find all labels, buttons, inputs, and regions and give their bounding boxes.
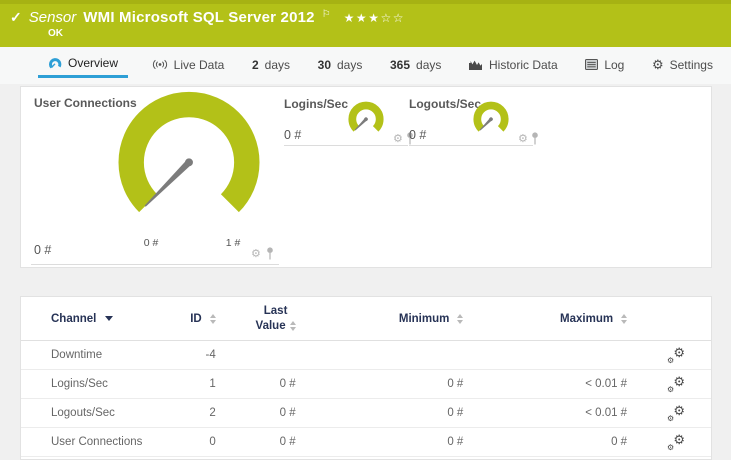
cell-channel: Logouts/Sec [51,407,115,419]
tab-365-days[interactable]: 365 days [386,51,445,78]
tab-live-data[interactable]: Live Data [148,51,229,78]
cell-channel: Downtime [51,349,103,361]
sensor-header: ✓ Sensor WMI Microsoft SQL Server 2012 ⚐… [0,0,731,47]
tab-2-days-label: days [264,57,291,72]
divider [31,264,279,265]
table-row: User Connections 0 0 # 0 # 0 # ⚙ ⚙ [21,428,711,457]
table-row: Logouts/Sec 2 0 # 0 # < 0.01 # ⚙ ⚙ [21,399,711,428]
gauge-icon [48,57,62,68]
tab-settings[interactable]: ⚙ Settings [648,51,717,78]
status-ok-check-icon: ✓ [10,9,22,25]
gear-icon: ⚙ [651,57,664,72]
sort-desc-icon [105,316,114,321]
divider [284,145,408,146]
logouts-gauge [473,101,509,132]
table-row: Downtime -4 ⚙ ⚙ [21,341,711,370]
tab-30-days[interactable]: 30 days [314,51,367,78]
cell-minimum: 0 # [447,407,464,419]
gauges-panel: User Connections 0 # 1 # 0 # ⚙ Logins/Se… [20,86,712,268]
channel-table-header: Channel ID Last Value Minimum Maximum [21,297,711,341]
cell-minimum: 0 # [447,378,464,390]
tab-log-label: Log [604,57,625,72]
tab-live-data-label: Live Data [173,57,225,72]
sensor-title: WMI Microsoft SQL Server 2012 [83,9,315,26]
cell-minimum: 0 # [447,436,464,448]
column-header-id[interactable]: ID [171,313,216,325]
gauge-scale-max: 1 # [225,237,241,249]
priority-stars[interactable]: ★★★☆☆ [344,11,405,25]
gauge-scale-min: 0 # [143,237,159,249]
cell-id: 2 [209,407,216,419]
tab-30-days-number: 30 [317,57,331,72]
tab-30-days-label: days [337,57,363,72]
channel-settings-icon[interactable]: ⚙ ⚙ [667,346,685,365]
channel-settings-icon[interactable]: ⚙ ⚙ [667,404,685,423]
tab-2-days[interactable]: 2 days [248,51,294,78]
tab-bar: Overview Live Data 2 days 30 days 365 da… [0,47,731,84]
tab-overview[interactable]: Overview [38,51,129,78]
tab-2-days-number: 2 [251,57,259,72]
divider [409,145,533,146]
tab-365-days-label: days [416,57,442,72]
column-header-minimum[interactable]: Minimum [296,313,464,325]
status-badge: OK [48,28,63,39]
sort-icons [621,313,628,324]
tab-log[interactable]: Log [581,51,628,78]
cell-maximum: 0 # [611,436,628,448]
cell-last-value: 0 # [279,436,296,448]
cell-maximum: < 0.01 # [585,407,628,419]
logouts-value: 0 # [409,128,427,142]
gauge-settings-gear-icon[interactable]: ⚙ [518,134,528,145]
cell-channel: Logins/Sec [51,378,108,390]
table-row: Logins/Sec 1 0 # 0 # < 0.01 # ⚙ ⚙ [21,370,711,399]
channel-table-panel: Channel ID Last Value Minimum Maximum Do… [20,296,712,460]
user-connections-gauge [118,91,260,213]
tab-historic-data[interactable]: Historic Data [465,51,562,78]
cell-channel: User Connections [51,436,143,448]
broadcast-icon [152,59,167,70]
logins-gauge [348,101,384,132]
user-connections-value: 0 # [34,243,52,257]
cell-last-value: 0 # [279,407,296,419]
flag-icon: ⚐ [321,9,331,20]
sensor-kind-label: Sensor [28,9,77,26]
cell-maximum: < 0.01 # [585,378,628,390]
channel-settings-icon[interactable]: ⚙ ⚙ [667,433,685,452]
gauge-settings-gear-icon[interactable]: ⚙ [251,249,261,260]
channel-settings-icon[interactable]: ⚙ ⚙ [667,375,685,394]
pin-icon[interactable] [531,132,539,145]
column-header-last-value[interactable]: Last Value [216,304,296,333]
gauge-title-logins: Logins/Sec [284,97,349,111]
cell-id: -4 [205,349,216,361]
tab-365-days-number: 365 [389,57,411,72]
tab-historic-data-label: Historic Data [489,57,558,72]
tab-settings-label: Settings [669,57,713,72]
area-chart-icon [469,60,482,70]
log-list-icon [585,59,599,70]
column-header-maximum[interactable]: Maximum [463,313,628,325]
logins-value: 0 # [284,128,302,142]
cell-id: 0 [209,436,216,448]
gauge-settings-gear-icon[interactable]: ⚙ [393,134,403,145]
column-header-channel[interactable]: Channel [51,313,171,325]
tab-overview-label: Overview [68,56,119,70]
pin-icon[interactable] [266,247,274,260]
cell-id: 1 [209,378,216,390]
cell-last-value: 0 # [279,378,296,390]
